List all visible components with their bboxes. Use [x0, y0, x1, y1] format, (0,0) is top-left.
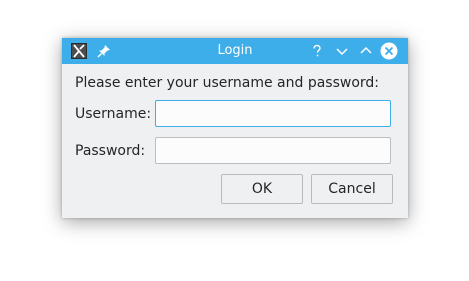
password-label: Password:	[75, 143, 146, 159]
window-title: Login	[217, 43, 253, 58]
maximize-icon[interactable]	[358, 43, 374, 59]
titlebar[interactable]: Login	[62, 38, 408, 64]
help-icon[interactable]	[309, 43, 325, 59]
username-field[interactable]	[155, 100, 391, 127]
close-icon[interactable]	[380, 42, 398, 60]
ok-button[interactable]: OK	[221, 174, 303, 204]
login-dialog: Login Please enter your username and pas…	[62, 38, 408, 218]
login-prompt: Please enter your username and password:	[75, 75, 380, 91]
password-field[interactable]	[155, 137, 391, 164]
username-label: Username:	[75, 106, 152, 122]
minimize-icon[interactable]	[334, 43, 350, 59]
cancel-button[interactable]: Cancel	[311, 174, 393, 204]
pin-icon[interactable]	[96, 43, 112, 59]
app-icon[interactable]	[71, 43, 87, 59]
